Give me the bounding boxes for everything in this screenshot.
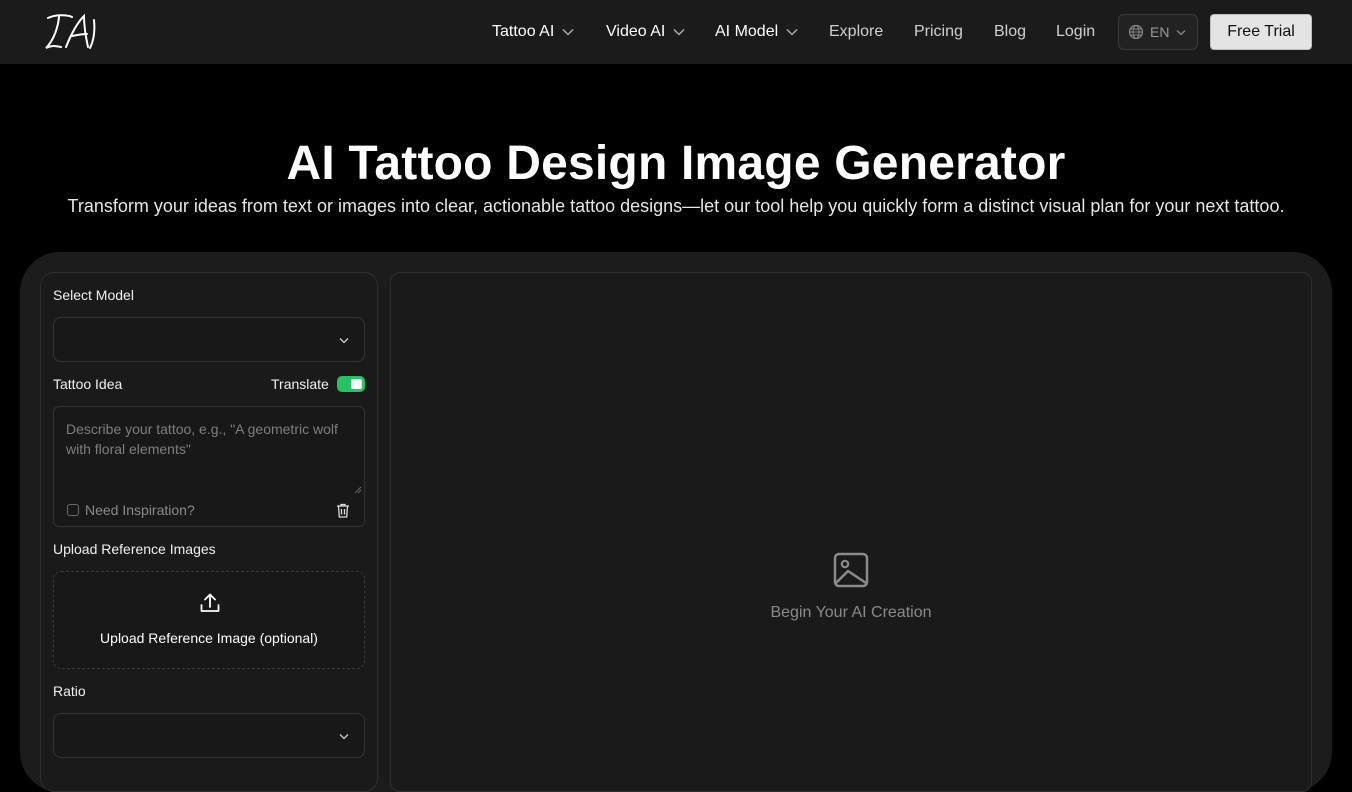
chevron-down-icon [339, 734, 349, 740]
nav-login-label: Login [1056, 23, 1096, 40]
resize-handle-icon[interactable] [354, 486, 362, 494]
globe-icon [1128, 24, 1144, 40]
select-model-label: Select Model [53, 287, 134, 303]
model-select[interactable] [53, 317, 365, 362]
empty-state-text: Begin Your AI Creation [770, 604, 932, 621]
nav-video-ai-label: Video AI [606, 23, 666, 40]
upload-icon [200, 593, 220, 612]
tattoo-idea-placeholder: Describe your tattoo, e.g., "A geometric… [66, 421, 338, 457]
nav-ai-model[interactable]: AI Model [715, 0, 798, 64]
nav-blog[interactable]: Blog [994, 0, 1026, 64]
ratio-label: Ratio [53, 683, 86, 699]
chevron-down-icon [562, 28, 574, 36]
need-inspiration-option[interactable]: Need Inspiration? [67, 502, 195, 518]
nav-pricing-label: Pricing [914, 23, 963, 40]
upload-reference-dropzone[interactable]: Upload Reference Image (optional) [53, 571, 365, 669]
upload-reference-label: Upload Reference Images [53, 541, 216, 557]
nav-tattoo-ai-label: Tattoo AI [492, 23, 555, 40]
chevron-down-icon [339, 338, 349, 344]
nav-video-ai[interactable]: Video AI [606, 0, 685, 64]
tattoo-idea-field[interactable]: Describe your tattoo, e.g., "A geometric… [53, 406, 365, 527]
page-title: AI Tattoo Design Image Generator [286, 137, 1066, 190]
tattoo-idea-label: Tattoo Idea [53, 376, 123, 392]
top-navigation-bar: Tattoo AI Video AI AI Model Explore Pric… [0, 0, 1352, 64]
need-inspiration-label: Need Inspiration? [85, 502, 195, 518]
chevron-down-icon [1176, 29, 1186, 35]
chevron-down-icon [786, 28, 798, 36]
image-placeholder-icon [833, 552, 869, 588]
ratio-select[interactable] [53, 713, 365, 758]
trash-icon[interactable] [336, 503, 350, 518]
translate-toggle[interactable] [337, 376, 365, 392]
nav-login[interactable]: Login [1056, 0, 1095, 64]
chevron-down-icon [673, 28, 685, 36]
language-label: EN [1150, 24, 1170, 40]
translate-label: Translate [271, 376, 329, 392]
tai-logo[interactable] [42, 12, 104, 52]
free-trial-button[interactable]: Free Trial [1210, 14, 1312, 50]
toggle-knob [351, 379, 362, 389]
upload-reference-button-label: Upload Reference Image (optional) [100, 630, 318, 646]
language-selector[interactable]: EN [1118, 14, 1198, 50]
nav-ai-model-label: AI Model [715, 23, 779, 40]
page-subtitle: Transform your ideas from text or images… [67, 196, 1285, 216]
checkbox-icon [67, 504, 79, 516]
nav-explore[interactable]: Explore [829, 0, 883, 64]
nav-tattoo-ai[interactable]: Tattoo AI [492, 0, 574, 64]
nav-explore-label: Explore [829, 23, 884, 40]
nav-pricing[interactable]: Pricing [914, 0, 963, 64]
preview-panel [390, 272, 1312, 792]
nav-blog-label: Blog [994, 23, 1027, 40]
